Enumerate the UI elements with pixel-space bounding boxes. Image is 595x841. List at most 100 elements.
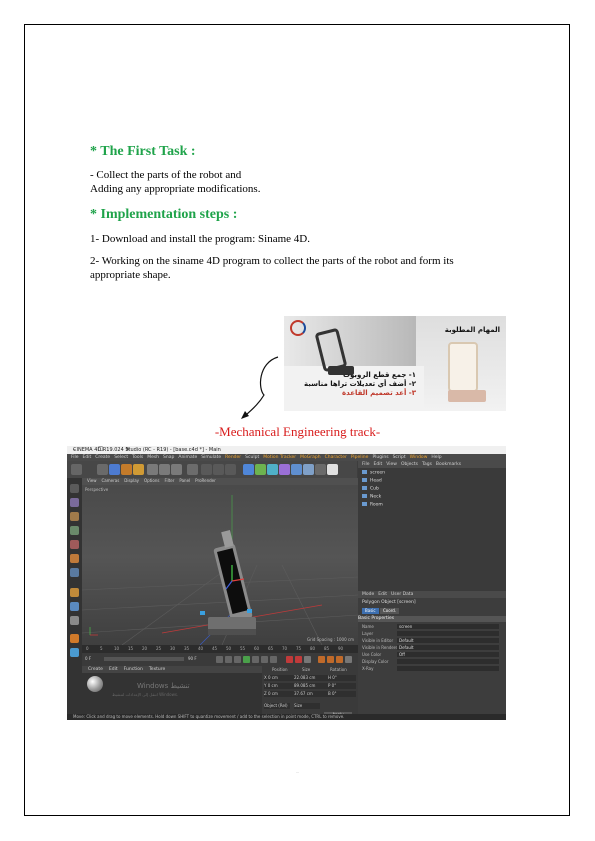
attribute-row[interactable]: Layer xyxy=(362,631,502,637)
texture-mode-icon[interactable] xyxy=(70,512,79,521)
c4d-menu-item[interactable]: Edit xyxy=(83,455,92,460)
attributes-menu-item[interactable]: Edit xyxy=(378,592,387,597)
c4d-menu-item[interactable]: Plugins xyxy=(372,455,388,460)
frame-end[interactable]: 90 F xyxy=(188,656,197,661)
c4d-menu-item[interactable]: Animate xyxy=(178,455,197,460)
attribute-value[interactable] xyxy=(397,659,499,664)
coord-row-z[interactable]: Z 0 cm 37.67 cm B 0° xyxy=(264,691,356,697)
world-icon[interactable] xyxy=(187,464,198,475)
material-tab[interactable]: Function xyxy=(124,667,143,672)
objects-menu-item[interactable]: Objects xyxy=(401,462,418,467)
coord-size-select[interactable]: Size xyxy=(294,703,320,709)
attribute-row[interactable]: Name screen xyxy=(362,624,502,630)
timeline[interactable]: 0 5 10 15 20 25 30 35 40 45 50 55 60 65 70 75 80 85 90 xyxy=(82,645,358,653)
attribute-value[interactable] xyxy=(397,666,499,671)
play-icon[interactable] xyxy=(243,656,250,663)
attribute-value[interactable]: Default xyxy=(397,645,499,650)
objects-menu-item[interactable]: Tags xyxy=(422,462,432,467)
c4d-menu-item[interactable]: Help xyxy=(431,455,441,460)
coord-mode-select[interactable]: Object (Rel) xyxy=(264,703,290,709)
viewport-menu-item[interactable]: Display xyxy=(124,478,139,483)
object-item[interactable]: Head xyxy=(362,478,462,485)
objects-menu-item[interactable]: File xyxy=(362,462,370,467)
points-mode-icon[interactable] xyxy=(70,526,79,535)
c4d-menu-item[interactable]: Script xyxy=(393,455,406,460)
scale-icon[interactable] xyxy=(121,464,132,475)
c4d-menu-item[interactable]: Motion Tracker xyxy=(263,455,296,460)
select-icon[interactable] xyxy=(97,464,108,475)
material-preview-icon[interactable] xyxy=(87,676,103,692)
render-view-icon[interactable] xyxy=(201,464,212,475)
rotation-key-icon[interactable] xyxy=(336,656,343,663)
c4d-menu-item[interactable]: Create xyxy=(95,455,110,460)
axis-mode-icon[interactable] xyxy=(70,568,79,577)
c4d-menu-item[interactable]: Window xyxy=(410,455,428,460)
c4d-menu-item[interactable]: Select xyxy=(114,455,128,460)
viewport-menu-item[interactable]: Options xyxy=(144,478,159,483)
window-controls[interactable]: – ☐ ✕ xyxy=(73,446,502,453)
lock-icon[interactable] xyxy=(70,616,79,625)
environment-icon[interactable] xyxy=(303,464,314,475)
c4d-menu-item[interactable]: Snap xyxy=(163,455,174,460)
attribute-value[interactable]: Default xyxy=(397,638,499,643)
attribute-row[interactable]: X-Ray xyxy=(362,666,502,672)
c4d-menu-item[interactable]: Render xyxy=(225,455,241,460)
previous-key-icon[interactable] xyxy=(225,656,232,663)
viewport-menu-item[interactable]: Panel xyxy=(179,478,190,483)
objects-menu-item[interactable]: View xyxy=(386,462,397,467)
scene-icon[interactable] xyxy=(291,464,302,475)
attributes-menu-item[interactable]: User Data xyxy=(391,592,413,597)
viewport-menu-item[interactable]: Filter xyxy=(164,478,174,483)
attribute-row[interactable]: Visible in Renderer Default xyxy=(362,645,502,651)
make-editable-icon[interactable] xyxy=(70,484,79,493)
frame-start[interactable]: 0 F xyxy=(85,656,91,661)
material-tab[interactable]: Texture xyxy=(149,667,165,672)
object-item[interactable]: Room xyxy=(362,502,462,509)
object-item[interactable]: Cub xyxy=(362,486,462,493)
position-key-icon[interactable] xyxy=(318,656,325,663)
camera-icon[interactable] xyxy=(315,464,326,475)
c4d-menu-item[interactable]: Simulate xyxy=(201,455,221,460)
c4d-menu-item[interactable]: Mesh xyxy=(147,455,159,460)
c4d-menu-item[interactable]: Pipeline xyxy=(351,455,369,460)
keyframe-selection-icon[interactable] xyxy=(304,656,311,663)
viewport-menu-item[interactable]: Cameras xyxy=(102,478,120,483)
attributes-menu-item[interactable]: Mode xyxy=(362,592,374,597)
y-axis-icon[interactable] xyxy=(159,464,170,475)
attribute-row[interactable]: Use Color Off xyxy=(362,652,502,658)
coord-row-y[interactable]: Y 0 cm 89.085 cm P 0° xyxy=(264,683,356,689)
z-axis-icon[interactable] xyxy=(171,464,182,475)
bodypaint-icon[interactable] xyxy=(70,648,79,657)
previous-frame-icon[interactable] xyxy=(234,656,241,663)
viewport[interactable]: Perspective Grid Spacing : 1000 cm xyxy=(82,485,358,645)
autokey-icon[interactable] xyxy=(295,656,302,663)
nurbs-icon[interactable] xyxy=(267,464,278,475)
go-to-end-icon[interactable] xyxy=(270,656,277,663)
material-tab[interactable]: Edit xyxy=(109,667,118,672)
next-key-icon[interactable] xyxy=(261,656,268,663)
attribute-value[interactable] xyxy=(397,631,499,636)
x-axis-icon[interactable] xyxy=(147,464,158,475)
attribute-value[interactable]: screen xyxy=(397,624,499,629)
scale-key-icon[interactable] xyxy=(327,656,334,663)
render-icon[interactable] xyxy=(213,464,224,475)
render-settings-icon[interactable] xyxy=(225,464,236,475)
next-frame-icon[interactable] xyxy=(252,656,259,663)
object-item[interactable]: Neck xyxy=(362,494,462,501)
c4d-menu-item[interactable]: MoGraph xyxy=(300,455,320,460)
snap-icon[interactable] xyxy=(70,588,79,597)
c4d-menu-item[interactable]: File xyxy=(71,455,79,460)
light-icon[interactable] xyxy=(327,464,338,475)
spline-icon[interactable] xyxy=(255,464,266,475)
deformer-icon[interactable] xyxy=(279,464,290,475)
timeline-settings-icon[interactable] xyxy=(345,656,352,663)
c4d-menu-item[interactable]: Character xyxy=(325,455,347,460)
tab-coord[interactable]: Coord. xyxy=(380,608,400,614)
go-to-start-icon[interactable] xyxy=(216,656,223,663)
workplane-icon[interactable] xyxy=(70,602,79,611)
coord-row-x[interactable]: X 0 cm 22.083 cm H 0° xyxy=(264,675,356,681)
c4d-menu-item[interactable]: Sculpt xyxy=(245,455,259,460)
rotate-icon[interactable] xyxy=(133,464,144,475)
attribute-value[interactable]: Off xyxy=(397,652,499,657)
viewport-menu-item[interactable]: View xyxy=(87,478,97,483)
